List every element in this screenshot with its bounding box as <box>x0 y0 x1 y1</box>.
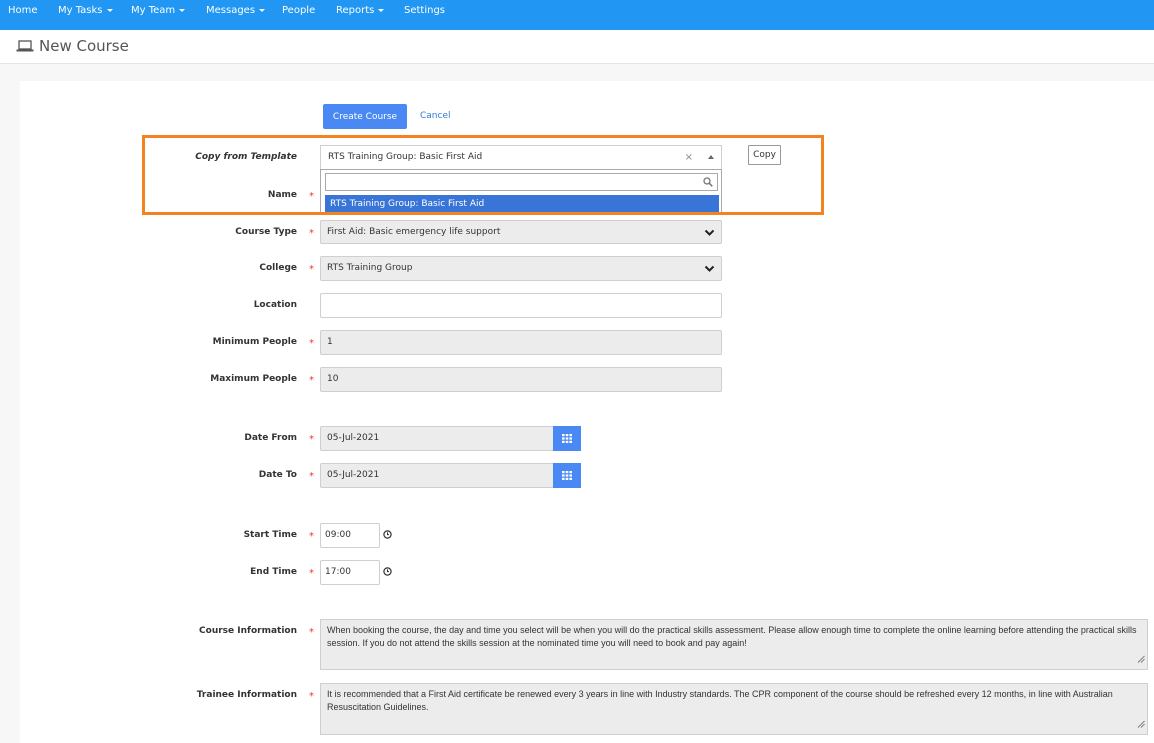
course-type-select[interactable]: First Aid: Basic emergency life support <box>320 220 722 244</box>
resize-handle-icon[interactable] <box>1137 719 1145 732</box>
location-label: Location <box>253 300 297 310</box>
page-header: New Course <box>0 30 1154 64</box>
maximum-people-value: 10 <box>327 374 339 384</box>
nav-my-tasks[interactable]: My Tasks <box>58 0 113 22</box>
caret-down-icon <box>259 8 266 12</box>
location-input[interactable] <box>320 293 722 318</box>
caret-down-icon <box>378 8 385 12</box>
course-information-textarea[interactable]: When booking the course, the day and tim… <box>320 619 1148 670</box>
date-from-value: 05-Jul-2021 <box>327 433 380 443</box>
college-label: College <box>259 263 297 273</box>
end-time-input[interactable]: 17:00 <box>320 560 380 585</box>
nav-my-tasks-label: My Tasks <box>58 5 103 16</box>
required-marker: * <box>309 264 314 275</box>
laptop-icon <box>16 40 34 55</box>
required-marker: * <box>309 338 314 349</box>
start-time-value: 09:00 <box>325 530 351 540</box>
date-from-calendar-button[interactable] <box>553 426 581 451</box>
nav-home[interactable]: Home <box>8 0 38 22</box>
required-marker: * <box>309 228 314 239</box>
course-information-label: Course Information <box>199 626 297 636</box>
date-to-input[interactable]: 05-Jul-2021 <box>320 463 554 488</box>
nav-my-team[interactable]: My Team <box>131 0 186 22</box>
calendar-icon <box>562 471 572 480</box>
caret-down-icon <box>179 8 186 12</box>
date-from-label: Date From <box>244 433 297 443</box>
course-information-value: When booking the course, the day and tim… <box>327 625 1137 648</box>
trainee-information-textarea[interactable]: It is recommended that a First Aid certi… <box>320 683 1148 735</box>
required-marker: * <box>309 191 314 202</box>
template-select-value: RTS Training Group: Basic First Aid <box>328 152 483 162</box>
college-select[interactable]: RTS Training Group <box>320 256 722 281</box>
top-navbar: Home My Tasks My Team Messages People Re… <box>0 0 1154 30</box>
nav-people[interactable]: People <box>282 0 315 22</box>
required-marker: * <box>309 471 314 482</box>
calendar-icon <box>562 434 572 443</box>
chevron-down-icon <box>704 262 715 280</box>
maximum-people-label: Maximum People <box>210 374 297 384</box>
cancel-link[interactable]: Cancel <box>420 111 451 121</box>
required-marker: * <box>309 531 314 542</box>
name-label: Name <box>267 190 297 200</box>
copy-button[interactable]: Copy <box>748 145 781 165</box>
minimum-people-label: Minimum People <box>212 337 297 347</box>
search-icon <box>703 177 713 190</box>
maximum-people-input[interactable]: 10 <box>320 367 722 392</box>
trainee-information-label: Trainee Information <box>196 690 297 700</box>
clock-icon[interactable] <box>383 530 392 542</box>
nav-reports-label: Reports <box>336 5 375 16</box>
end-time-label: End Time <box>250 567 297 577</box>
end-time-value: 17:00 <box>325 567 351 577</box>
clear-icon[interactable]: × <box>685 146 693 169</box>
course-type-value: First Aid: Basic emergency life support <box>327 227 501 237</box>
resize-handle-icon[interactable] <box>1137 654 1145 667</box>
clock-icon[interactable] <box>383 567 392 579</box>
trainee-information-value: It is recommended that a First Aid certi… <box>327 689 1113 712</box>
template-option[interactable]: RTS Training Group: Basic First Aid <box>325 195 719 213</box>
nav-messages[interactable]: Messages <box>206 0 266 22</box>
minimum-people-value: 1 <box>327 337 333 347</box>
college-value: RTS Training Group <box>327 263 413 273</box>
date-from-input[interactable]: 05-Jul-2021 <box>320 426 554 451</box>
nav-my-team-label: My Team <box>131 5 176 16</box>
chevron-down-icon <box>704 226 715 243</box>
template-select[interactable]: RTS Training Group: Basic First Aid × <box>320 145 722 170</box>
date-to-label: Date To <box>258 470 297 480</box>
date-to-value: 05-Jul-2021 <box>327 470 380 480</box>
required-marker: * <box>309 434 314 445</box>
page-title: New Course <box>39 37 129 55</box>
nav-reports[interactable]: Reports <box>336 0 385 22</box>
required-marker: * <box>309 568 314 579</box>
template-dropdown: RTS Training Group: Basic First Aid <box>320 169 722 215</box>
required-marker: * <box>309 627 314 638</box>
course-type-label: Course Type <box>235 227 297 237</box>
date-to-calendar-button[interactable] <box>553 463 581 488</box>
nav-messages-label: Messages <box>206 5 256 16</box>
required-marker: * <box>309 691 314 702</box>
start-time-label: Start Time <box>243 530 297 540</box>
nav-settings[interactable]: Settings <box>404 0 445 22</box>
copy-from-template-label: Copy from Template <box>195 152 297 162</box>
required-marker: * <box>309 375 314 386</box>
start-time-input[interactable]: 09:00 <box>320 523 380 548</box>
template-search-input[interactable] <box>325 173 718 191</box>
caret-down-icon <box>106 8 113 12</box>
create-course-button[interactable]: Create Course <box>323 104 407 129</box>
minimum-people-input[interactable]: 1 <box>320 330 722 355</box>
chevron-up-icon[interactable] <box>708 155 714 159</box>
